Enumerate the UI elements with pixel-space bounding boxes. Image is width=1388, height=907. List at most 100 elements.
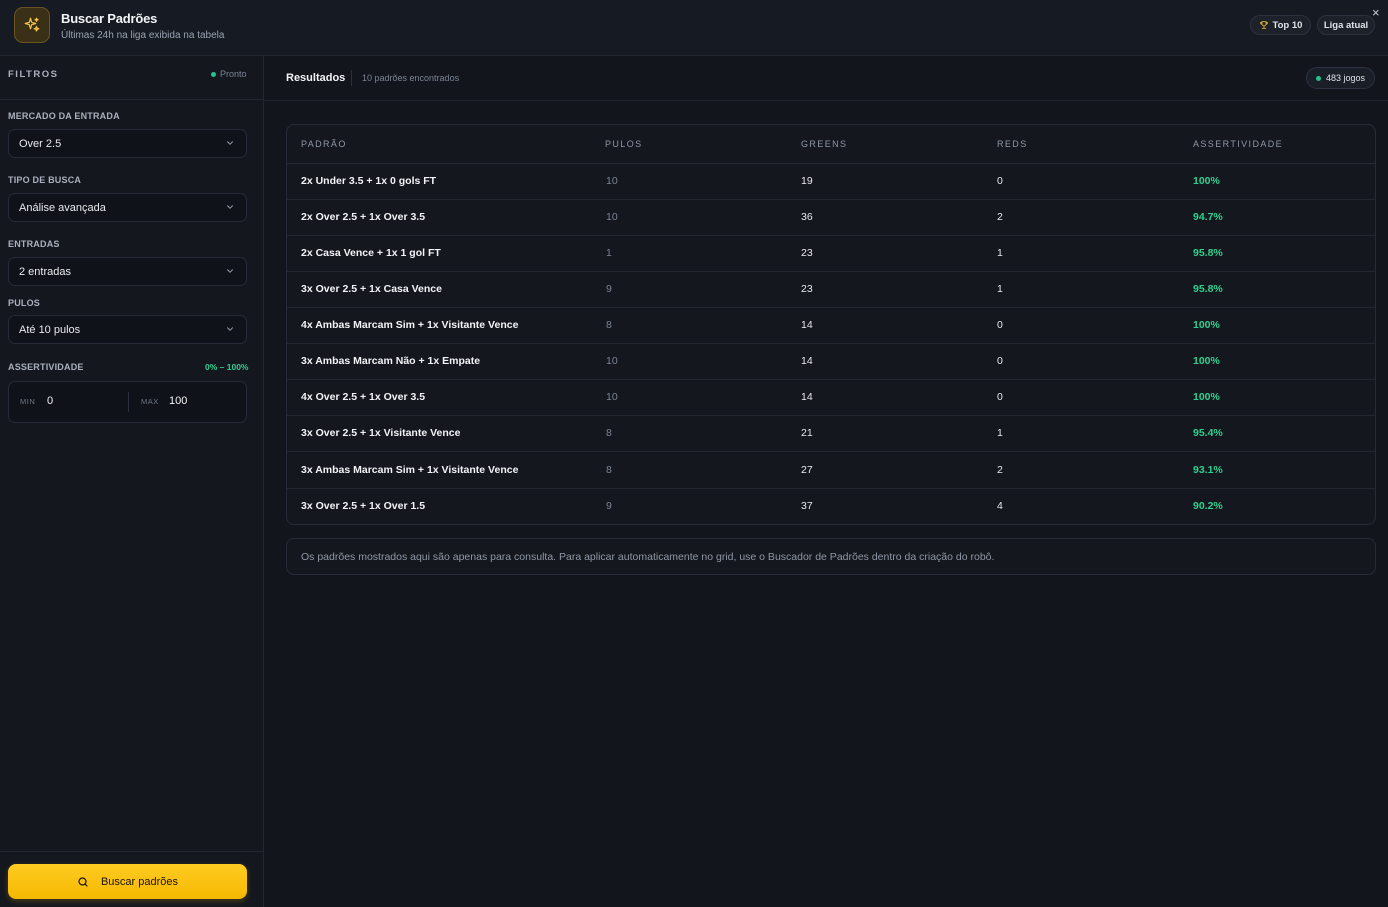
- info-note: Os padrões mostrados aqui são apenas par…: [286, 538, 1376, 575]
- pulos-cell: 10: [606, 355, 618, 367]
- entradas-value: 2 entradas: [19, 265, 71, 278]
- filters-sidebar: FILTROS Pronto MERCADO DA ENTRADA Over 2…: [0, 56, 264, 907]
- padrao-cell: 2x Under 3.5 + 1x 0 gols FT: [301, 175, 437, 187]
- table-row[interactable]: 3x Over 2.5 + 1x Casa Vence 9 23 1 95.8%: [287, 272, 1375, 308]
- table-row[interactable]: 2x Under 3.5 + 1x 0 gols FT 10 19 0 100%: [287, 164, 1375, 200]
- assertividade-cell: 93.1%: [1193, 464, 1223, 476]
- mercado-label: MERCADO DA ENTRADA: [8, 111, 120, 121]
- page-subtitle: Últimas 24h na liga exibida na tabela: [61, 30, 225, 41]
- pulos-cell: 10: [606, 391, 618, 403]
- greens-cell: 23: [801, 247, 813, 259]
- tipo-select[interactable]: Análise avançada: [8, 193, 247, 222]
- padrao-cell: 4x Ambas Marcam Sim + 1x Visitante Vence: [301, 319, 519, 331]
- status-dot: [1315, 75, 1321, 81]
- liga-atual-label: Liga atual: [1323, 19, 1369, 31]
- padrao-cell: 3x Over 2.5 + 1x Casa Vence: [301, 283, 442, 295]
- entradas-label: ENTRADAS: [8, 239, 60, 249]
- table-row[interactable]: 3x Ambas Marcam Não + 1x Empate 10 14 0 100%: [287, 344, 1375, 380]
- assertividade-cell: 95.4%: [1193, 427, 1223, 439]
- assertividade-label: ASSERTIVIDADE: [8, 362, 84, 372]
- greens-cell: 23: [801, 283, 813, 295]
- table-row[interactable]: 4x Ambas Marcam Sim + 1x Visitante Vence…: [287, 308, 1375, 344]
- table-row[interactable]: 3x Over 2.5 + 1x Over 1.5 9 37 4 90.2%: [287, 489, 1375, 524]
- top10-label: Top 10: [1272, 19, 1303, 31]
- search-button[interactable]: Buscar padrões: [8, 864, 247, 899]
- max-input[interactable]: 100: [169, 395, 187, 407]
- greens-cell: 14: [801, 391, 813, 403]
- pulos-cell: 8: [606, 427, 612, 439]
- results-title: Resultados: [286, 72, 346, 84]
- greens-cell: 14: [801, 355, 813, 367]
- assertividade-cell: 100%: [1193, 391, 1220, 403]
- padrao-cell: 4x Over 2.5 + 1x Over 3.5: [301, 391, 426, 403]
- column-header-greens: GREENS: [801, 139, 848, 149]
- tipo-value: Análise avançada: [19, 201, 106, 214]
- results-table: PADRÃO PULOS GREENS REDS ASSERTIVIDADE 2…: [286, 124, 1376, 525]
- divider: [351, 70, 352, 86]
- min-input[interactable]: 0: [47, 395, 53, 407]
- pulos-cell: 10: [606, 175, 618, 187]
- reds-cell: 1: [997, 427, 1003, 439]
- padrao-cell: 2x Over 2.5 + 1x Over 3.5: [301, 211, 426, 223]
- column-header-assertividade: ASSERTIVIDADE: [1193, 139, 1284, 149]
- max-label: MAX: [141, 397, 159, 406]
- results-count: 10 padrões encontrados: [362, 73, 460, 83]
- reds-cell: 0: [997, 391, 1003, 403]
- reds-cell: 1: [997, 247, 1003, 259]
- table-row[interactable]: 2x Casa Vence + 1x 1 gol FT 1 23 1 95.8%: [287, 236, 1375, 272]
- mercado-select[interactable]: Over 2.5: [8, 129, 247, 158]
- filters-title: FILTROS: [8, 69, 59, 80]
- greens-cell: 21: [801, 427, 813, 439]
- column-header-reds: REDS: [997, 139, 1028, 149]
- games-count-badge: 483 jogos: [1306, 67, 1375, 89]
- reds-cell: 0: [997, 175, 1003, 187]
- table-row[interactable]: 2x Over 2.5 + 1x Over 3.5 10 36 2 94.7%: [287, 200, 1375, 236]
- table-row[interactable]: 3x Ambas Marcam Sim + 1x Visitante Vence…: [287, 453, 1375, 489]
- greens-cell: 27: [801, 464, 813, 476]
- padrao-cell: 3x Ambas Marcam Não + 1x Empate: [301, 355, 481, 367]
- chevron-down-icon: [227, 205, 233, 209]
- app-header: Buscar Padrões Últimas 24h na liga exibi…: [0, 0, 1388, 56]
- chevron-down-icon: [227, 327, 233, 331]
- reds-cell: 4: [997, 500, 1003, 512]
- games-count-label: 483 jogos: [1325, 73, 1366, 83]
- top10-button[interactable]: Top 10: [1250, 15, 1311, 35]
- assertividade-cell: 90.2%: [1193, 500, 1223, 512]
- pulos-cell: 9: [606, 283, 612, 295]
- liga-atual-button[interactable]: Liga atual: [1317, 15, 1375, 35]
- status-dot: [211, 71, 216, 77]
- pulos-cell: 9: [606, 500, 612, 512]
- reds-cell: 0: [997, 355, 1003, 367]
- status-indicator: Pronto: [211, 69, 247, 79]
- close-icon[interactable]: ×: [1372, 6, 1380, 19]
- pulos-select[interactable]: Até 10 pulos: [8, 315, 247, 344]
- table-row[interactable]: 4x Over 2.5 + 1x Over 3.5 10 14 0 100%: [287, 380, 1375, 416]
- reds-cell: 2: [997, 464, 1003, 476]
- pulos-cell: 10: [606, 211, 618, 223]
- assertividade-cell: 95.8%: [1193, 247, 1223, 259]
- table-row[interactable]: 3x Over 2.5 + 1x Visitante Vence 8 21 1 95.4…: [287, 416, 1375, 452]
- sparkles-icon: [14, 7, 50, 43]
- assertividade-cell: 100%: [1193, 319, 1220, 331]
- mercado-value: Over 2.5: [19, 137, 62, 150]
- padrao-cell: 3x Over 2.5 + 1x Over 1.5: [301, 500, 426, 512]
- greens-cell: 36: [801, 211, 813, 223]
- reds-cell: 1: [997, 283, 1003, 295]
- padrao-cell: 3x Over 2.5 + 1x Visitante Vence: [301, 427, 461, 439]
- trophy-icon: [1259, 21, 1268, 29]
- chevron-down-icon: [227, 269, 233, 273]
- pulos-cell: 8: [606, 319, 612, 331]
- assertividade-cell: 100%: [1193, 355, 1220, 367]
- greens-cell: 19: [801, 175, 813, 187]
- assertividade-cell: 94.7%: [1193, 211, 1223, 223]
- column-header-padrao: PADRÃO: [301, 139, 347, 149]
- assertividade-range: 0% – 100%: [205, 362, 249, 372]
- pulos-value: Até 10 pulos: [19, 323, 81, 336]
- reds-cell: 0: [997, 319, 1003, 331]
- pulos-cell: 1: [606, 247, 612, 259]
- padrao-cell: 3x Ambas Marcam Sim + 1x Visitante Vence: [301, 464, 519, 476]
- chevron-down-icon: [227, 141, 233, 145]
- assertividade-minmax: MIN 0 MAX 100: [8, 381, 247, 423]
- entradas-select[interactable]: 2 entradas: [8, 257, 247, 286]
- results-bar: Resultados 10 padrões encontrados 483 jo…: [264, 56, 1388, 101]
